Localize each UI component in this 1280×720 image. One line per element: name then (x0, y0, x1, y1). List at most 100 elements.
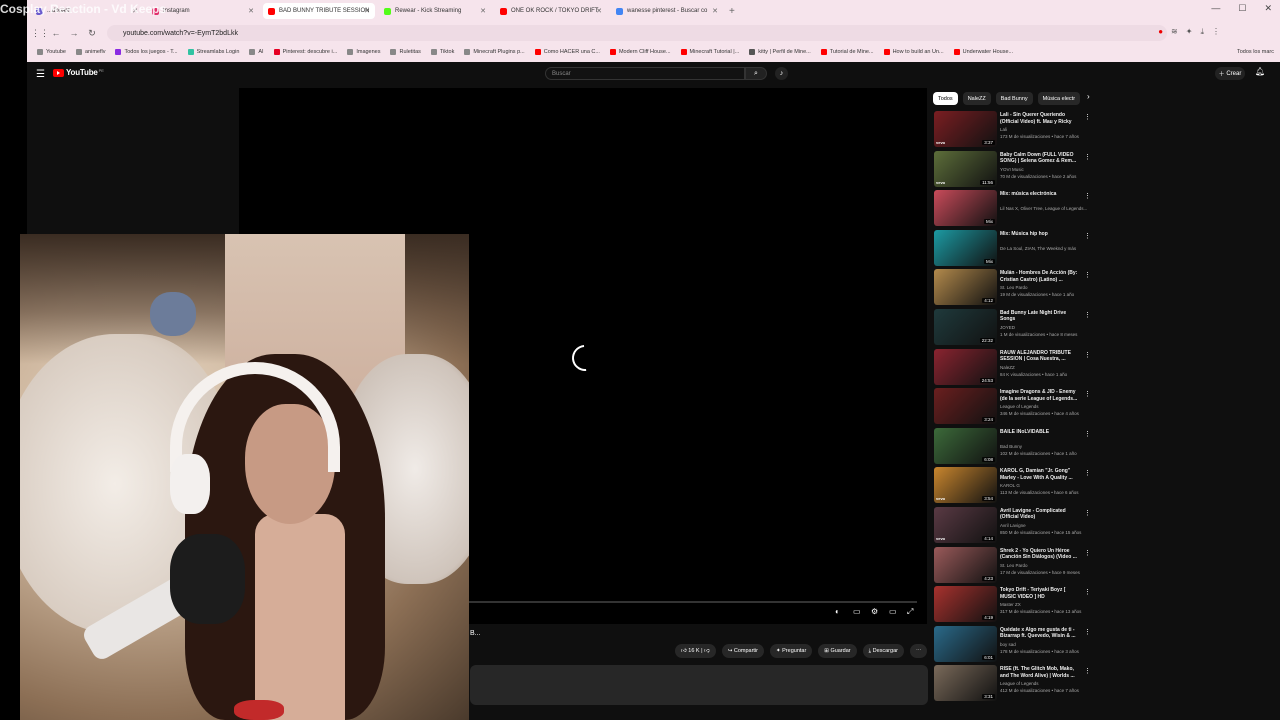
browser-tab[interactable]: BAD BUNNY TRIBUTE SESSION ✕ (263, 3, 375, 19)
autoplay-toggle-icon[interactable]: ◐ (835, 607, 840, 616)
video-title[interactable]: Avril Lavigne - Complicated (Official Vi… (1000, 508, 1080, 521)
channel-name[interactable]: KAROL G (1000, 483, 1020, 488)
video-thumbnail[interactable]: 3:24 (934, 388, 997, 425)
video-title[interactable]: Mulán - Hombres De Acción (By: Cristian … (1000, 270, 1080, 283)
tab-close-icon[interactable]: ✕ (248, 7, 254, 15)
bookmark-item[interactable]: Streamlabs Login (187, 48, 239, 55)
settings-gear-icon[interactable]: ⚙ (871, 607, 878, 616)
channel-name[interactable]: boy sad (1000, 642, 1016, 647)
channel-name[interactable]: JOYED (1000, 325, 1015, 330)
channel-name[interactable]: Avril Lavigne (1000, 523, 1026, 528)
recommended-video[interactable]: Mix Mix: Música hip hop De La Soul, ZIAN, … (934, 229, 1091, 269)
search-button[interactable]: ⌕ (745, 67, 767, 80)
channel-name[interactable]: De La Soul, ZIAN, The Weeknd y más (1000, 246, 1076, 251)
more-options-icon[interactable]: ⋮ (1084, 153, 1091, 161)
video-thumbnail[interactable]: 6:08 (934, 427, 997, 464)
filter-chip[interactable]: Bad Bunny (995, 92, 1033, 105)
save-button[interactable]: ⊞ Guardar (818, 644, 857, 658)
hamburger-menu-icon[interactable]: ☰ (36, 69, 45, 80)
video-title[interactable]: BAILE INoLVIDABLE (1000, 429, 1080, 436)
voice-search-button[interactable]: ♪ (775, 67, 788, 80)
video-title[interactable]: Imagine Dragons & JID - Enemy (de la ser… (1000, 389, 1080, 402)
notifications-bell-icon[interactable]: 🔔︎ (1255, 67, 1265, 76)
minimize-icon[interactable]: — (1211, 3, 1220, 14)
video-thumbnail[interactable]: 6:01 (934, 625, 997, 662)
like-button[interactable]: 👍︎ 16 K | 👎︎ (675, 644, 716, 658)
video-title[interactable]: Mix: Música hip hop (1000, 231, 1080, 238)
recommended-video[interactable]: 6:08 BAILE INoLVIDABLE Bad Bunny 102 M de v… (934, 427, 1091, 467)
video-title[interactable]: Shrek 2 - Yo Quiero Un Héroe (Canción Si… (1000, 548, 1080, 561)
bookmark-item[interactable]: Pinterest: descubre i... (273, 48, 337, 55)
reload-icon[interactable]: ↻ (85, 28, 99, 39)
more-options-icon[interactable]: ⋮ (1084, 232, 1091, 240)
more-actions-button[interactable]: ⋯ (909, 644, 928, 658)
channel-name[interactable]: St. Leo Pardo (1000, 563, 1028, 568)
channel-name[interactable]: NaleZZ (1000, 365, 1015, 370)
video-thumbnail[interactable]: 4:19 (934, 586, 997, 623)
forward-icon[interactable]: → (67, 28, 81, 38)
bookmark-item[interactable]: Tutorial de Mine... (820, 48, 874, 55)
fullscreen-icon[interactable]: ⤢ (907, 607, 913, 617)
video-title[interactable]: Mix: música electrónica (1000, 191, 1080, 198)
recommended-video[interactable]: 4:23 Shrek 2 - Yo Quiero Un Héroe (Canció… (934, 546, 1091, 586)
tab-close-icon[interactable]: ✕ (596, 7, 602, 15)
bookmark-item[interactable]: Youtube (37, 48, 66, 55)
youtube-logo[interactable]: YouTube PE (53, 68, 104, 77)
video-thumbnail[interactable]: 24:53 (934, 348, 997, 385)
wave-icon[interactable]: ≋ (1171, 27, 1178, 37)
search-input[interactable]: Buscar (545, 67, 745, 80)
more-options-icon[interactable]: ⋮ (1084, 667, 1091, 675)
more-options-icon[interactable]: ⋮ (1084, 628, 1091, 636)
more-options-icon[interactable]: ⋮ (1084, 390, 1091, 398)
recommended-video[interactable]: Mix Mix: música electrónica Lil Nas X, Oli… (934, 189, 1091, 229)
video-title[interactable]: Quédate x Algo me gusta de ti - Bizarrap… (1000, 627, 1080, 640)
channel-name[interactable]: St. Leo Pardo (1000, 285, 1028, 290)
menu-dots-icon[interactable]: ⋮ (1212, 27, 1220, 37)
bookmark-item[interactable]: Minecraft Tutorial |... (680, 48, 739, 55)
maximize-icon[interactable]: ☐ (1238, 3, 1246, 14)
video-title[interactable]: Bad Bunny Late Night Drive Songs (1000, 310, 1080, 323)
video-thumbnail[interactable]: 4:12 (934, 269, 997, 306)
extensions-icon[interactable]: ✦ (1186, 27, 1193, 37)
recommended-video[interactable]: vevo 4:14 Avril Lavigne - Complicated (Off… (934, 506, 1091, 546)
new-tab-icon[interactable]: + (729, 6, 735, 17)
subtitles-icon[interactable]: ▭ (853, 607, 861, 616)
channel-name[interactable]: Master ZX (1000, 602, 1021, 607)
browser-tab[interactable]: ONE OK ROCK / TOKYO DRIFT ✕ (495, 3, 607, 19)
more-options-icon[interactable]: ⋮ (1084, 469, 1091, 477)
channel-name[interactable]: YOVI Music (1000, 167, 1024, 172)
recommended-video[interactable]: 22:32 Bad Bunny Late Night Drive Songs JOY… (934, 308, 1091, 348)
more-options-icon[interactable]: ⋮ (1084, 311, 1091, 319)
video-thumbnail[interactable]: vevo 3:37 (934, 111, 997, 147)
bookmark-item[interactable]: Minecraft Plugins p... (464, 48, 525, 55)
recommended-video[interactable]: 3:24 Imagine Dragons & JID - Enemy (de la… (934, 387, 1091, 427)
address-bar[interactable]: youtube.com/watch?v=-EymT2bdLkk (107, 25, 1167, 41)
bookmark-item[interactable]: AI (249, 48, 264, 55)
video-title[interactable]: KAROL G, Damian "Jr. Gong" Marley - Love… (1000, 468, 1080, 481)
channel-name[interactable]: Lil Nas X, Oliver Tree, League of Legend… (1000, 206, 1087, 211)
channel-name[interactable]: Bad Bunny (1000, 444, 1022, 449)
video-thumbnail[interactable]: Mix (934, 229, 997, 266)
tab-close-icon[interactable]: ✕ (480, 7, 486, 15)
back-icon[interactable]: ← (49, 28, 63, 38)
recommended-video[interactable]: vevo 3:37 Lali - Sin Querer Queriendo (Off… (934, 110, 1091, 150)
video-thumbnail[interactable]: Mix (934, 190, 997, 227)
dislike-icon[interactable]: 👎︎ (704, 648, 710, 654)
video-thumbnail[interactable]: vevo 3:54 (934, 467, 997, 504)
channel-name[interactable]: Lali (1000, 127, 1007, 132)
bookmark-item[interactable]: Imagenes (347, 48, 380, 55)
more-options-icon[interactable]: ⋮ (1084, 509, 1091, 517)
browser-tab[interactable]: Rewear - Kick Streaming ✕ (379, 3, 491, 19)
theater-mode-icon[interactable]: ▭ (889, 607, 897, 616)
channel-name[interactable]: League of Legends (1000, 404, 1039, 409)
bookmark-item[interactable]: animeflv (76, 48, 105, 55)
recommended-video[interactable]: vevo 3:54 KAROL G, Damian "Jr. Gong" Marle… (934, 466, 1091, 506)
bookmark-item[interactable]: How to build an Un... (883, 48, 944, 55)
more-options-icon[interactable]: ⋮ (1084, 113, 1091, 121)
ask-button[interactable]: ✦ Preguntar (770, 644, 813, 658)
filter-chip[interactable]: NaleZZ (962, 92, 991, 105)
bookmark-item[interactable]: Todos los juegos - T... (115, 48, 178, 55)
opera-icon[interactable]: ● (1158, 27, 1163, 37)
share-button[interactable]: ↪ Compartir (721, 644, 764, 658)
bookmark-item[interactable]: Modern Cliff House... (609, 48, 671, 55)
